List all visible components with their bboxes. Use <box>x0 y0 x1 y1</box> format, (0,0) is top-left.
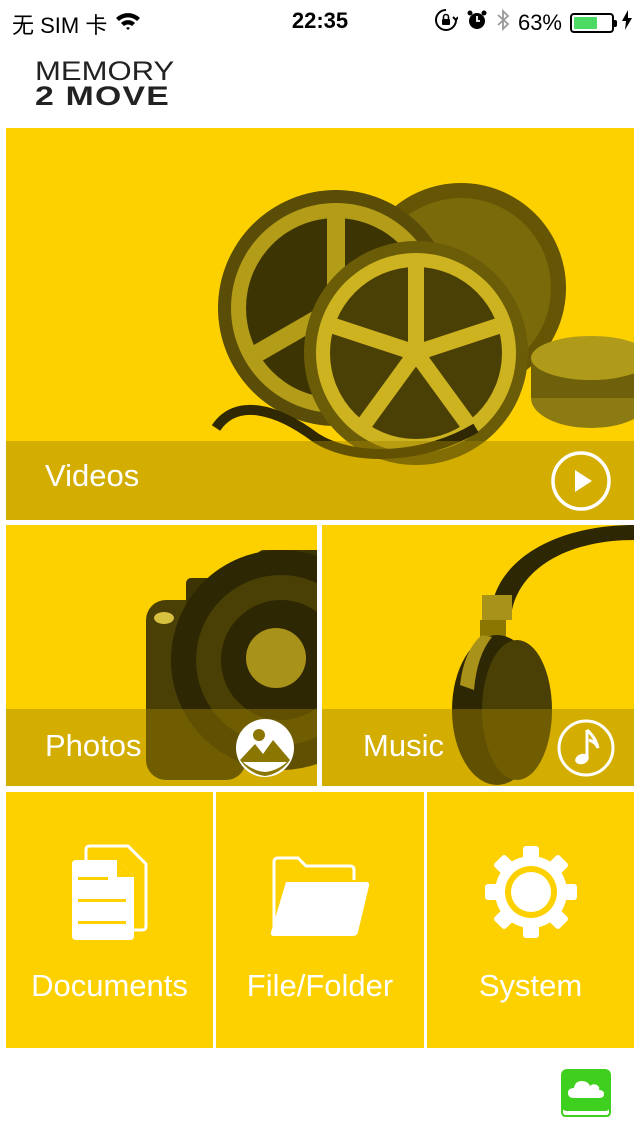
bluetooth-icon <box>496 8 510 38</box>
battery-percent: 63% <box>517 10 562 35</box>
charging-icon <box>622 10 632 36</box>
videos-tile[interactable]: Videos <box>6 128 634 520</box>
play-circle-icon[interactable] <box>550 450 612 512</box>
app-logo: MEMORY 2 MOVE <box>35 58 174 110</box>
gear-icon <box>484 846 577 938</box>
file-folder-label: File/Folder <box>246 968 394 1003</box>
music-note-circle-icon[interactable] <box>556 718 616 778</box>
system-label: System <box>478 968 583 1003</box>
videos-label: Videos <box>45 458 140 493</box>
film-reels-image <box>211 183 634 465</box>
battery-icon <box>570 13 617 33</box>
photos-label: Photos <box>45 728 142 763</box>
documents-tile[interactable]: Documents <box>6 792 213 1048</box>
music-tile[interactable]: Music <box>322 525 634 786</box>
cloud-drive-icon[interactable] <box>560 1068 612 1118</box>
folder-icon <box>270 856 370 936</box>
alarm-icon <box>466 9 488 37</box>
file-folder-tile[interactable]: File/Folder <box>216 792 424 1048</box>
status-bar: 无 SIM 卡 22:35 63% <box>0 0 640 42</box>
music-label: Music <box>363 728 444 763</box>
documents-icon <box>71 844 147 940</box>
photo-circle-icon[interactable] <box>235 718 295 778</box>
documents-label: Documents <box>31 968 188 1003</box>
system-tile[interactable]: System <box>427 792 634 1048</box>
photos-tile[interactable]: Photos <box>6 525 317 786</box>
logo-line-2: 2 MOVE <box>35 81 171 111</box>
orientation-lock-icon <box>434 8 459 38</box>
battery-level <box>574 17 597 29</box>
